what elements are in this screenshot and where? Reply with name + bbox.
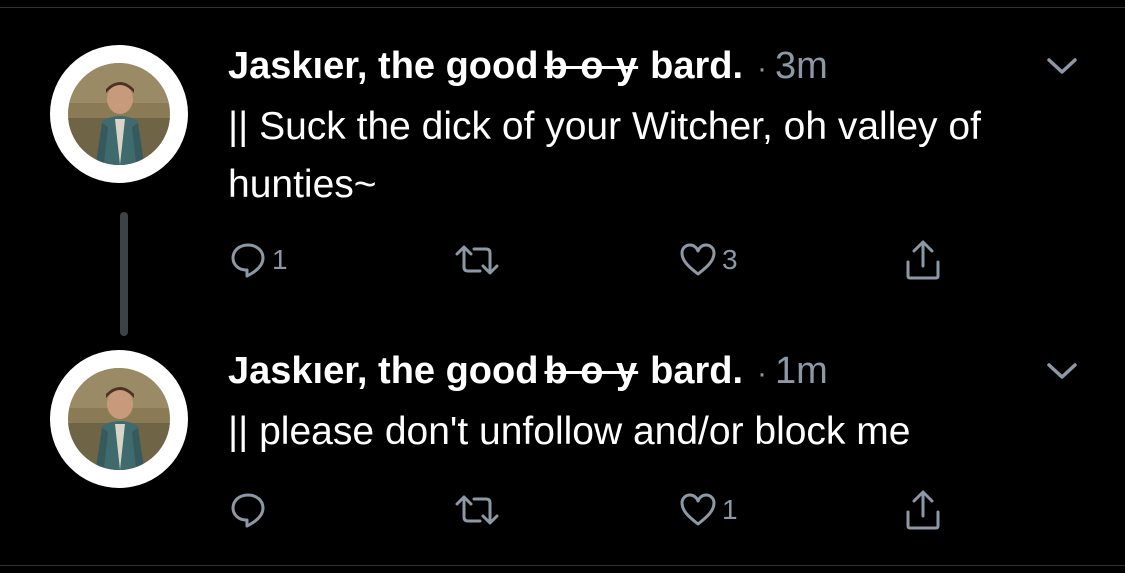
display-name[interactable]: Jaskıer, the good [228, 350, 538, 392]
separator-dot: · [757, 357, 768, 390]
retweet-icon [453, 490, 501, 530]
display-name[interactable]: Jaskıer, the good [228, 45, 538, 87]
like-button[interactable]: 3 [678, 236, 738, 284]
tweet[interactable]: Jaskıer, the good b o y bard. · 1m || please… [0, 341, 1125, 556]
avatar[interactable] [50, 45, 188, 183]
chevron-down-icon[interactable] [1044, 357, 1080, 385]
reply-button[interactable] [228, 486, 272, 534]
timestamp[interactable]: 1m [775, 350, 828, 392]
struck-name-part: b o y [544, 350, 639, 392]
display-name-suffix[interactable]: bard. [650, 45, 743, 87]
share-button[interactable] [903, 486, 943, 534]
display-name-suffix[interactable]: bard. [650, 350, 743, 392]
avatar[interactable] [50, 350, 188, 488]
avatar-photo [68, 63, 170, 165]
like-button[interactable]: 1 [678, 486, 738, 534]
share-icon [903, 488, 943, 532]
tweet-actions: 1 3 [228, 236, 968, 284]
reply-count: 1 [272, 244, 288, 275]
reply-button[interactable]: 1 [228, 236, 288, 284]
like-icon [678, 490, 718, 530]
reply-icon [228, 240, 268, 280]
separator-dot: · [757, 52, 768, 85]
reply-icon [228, 490, 268, 530]
retweet-button[interactable] [453, 486, 505, 534]
retweet-icon [453, 240, 501, 280]
tweet[interactable]: Jaskıer, the good b o y bard. · 3m || Suck t… [0, 36, 1125, 316]
tweet-text: || please don't unfollow and/or block me [228, 410, 911, 453]
like-count: 1 [722, 494, 738, 525]
chevron-down-icon[interactable] [1044, 52, 1080, 80]
share-button[interactable] [903, 236, 943, 284]
tweet-header: Jaskıer, the good b o y bard. · 1m [228, 346, 828, 396]
top-divider [0, 7, 1125, 8]
bottom-divider [0, 565, 1125, 566]
tweet-text: || Suck the dick of your Witcher, oh val… [228, 105, 981, 206]
share-icon [903, 238, 943, 282]
like-count: 3 [722, 244, 738, 275]
timestamp[interactable]: 3m [775, 45, 828, 87]
tweet-header: Jaskıer, the good b o y bard. · 3m [228, 41, 828, 91]
retweet-button[interactable] [453, 236, 505, 284]
struck-name-part: b o y [544, 45, 639, 87]
avatar-photo [68, 368, 170, 470]
tweet-actions: 1 [228, 486, 968, 534]
like-icon [678, 240, 718, 280]
